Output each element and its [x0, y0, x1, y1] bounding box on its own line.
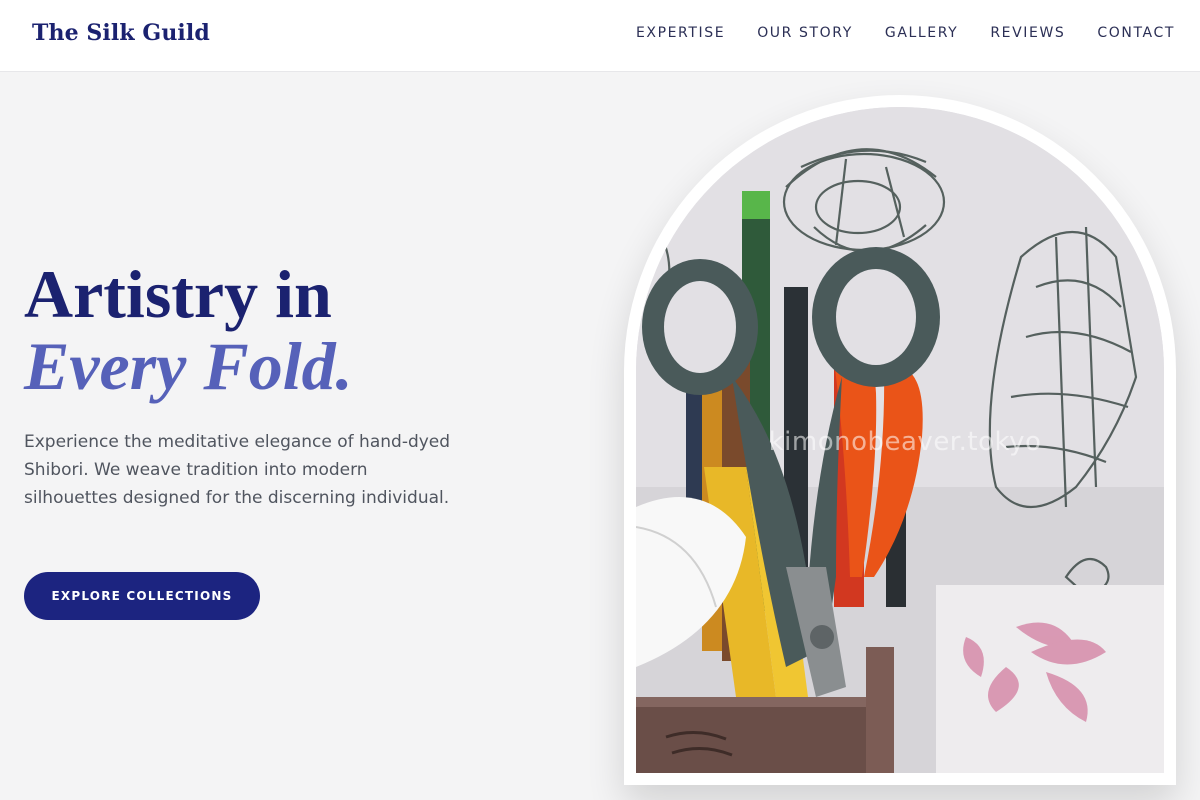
main-nav: EXPERTISE OUR STORY GALLERY REVIEWS CONT… — [636, 25, 1175, 41]
hero-image: kimonobeaver.tokyo — [636, 107, 1164, 773]
headline-line-2: Every Fold. — [24, 328, 353, 404]
nav-link-our-story[interactable]: OUR STORY — [757, 25, 853, 41]
brand-logo[interactable]: The Silk Guild — [32, 20, 210, 46]
headline-line-1: Artistry in — [24, 256, 332, 332]
image-watermark: kimonobeaver.tokyo — [768, 427, 1042, 457]
nav-link-contact[interactable]: CONTACT — [1097, 25, 1175, 41]
nav-link-gallery[interactable]: GALLERY — [885, 25, 958, 41]
hero-description: Experience the meditative elegance of ha… — [24, 432, 451, 508]
site-header: The Silk Guild EXPERTISE OUR STORY GALLE… — [0, 0, 1200, 72]
nav-link-reviews[interactable]: REVIEWS — [990, 25, 1065, 41]
hero-headline: Artistry in Every Fold. — [24, 258, 353, 402]
explore-collections-button[interactable]: EXPLORE COLLECTIONS — [24, 572, 260, 620]
hero-image-frame: kimonobeaver.tokyo — [624, 95, 1176, 785]
nav-link-expertise[interactable]: EXPERTISE — [636, 25, 725, 41]
